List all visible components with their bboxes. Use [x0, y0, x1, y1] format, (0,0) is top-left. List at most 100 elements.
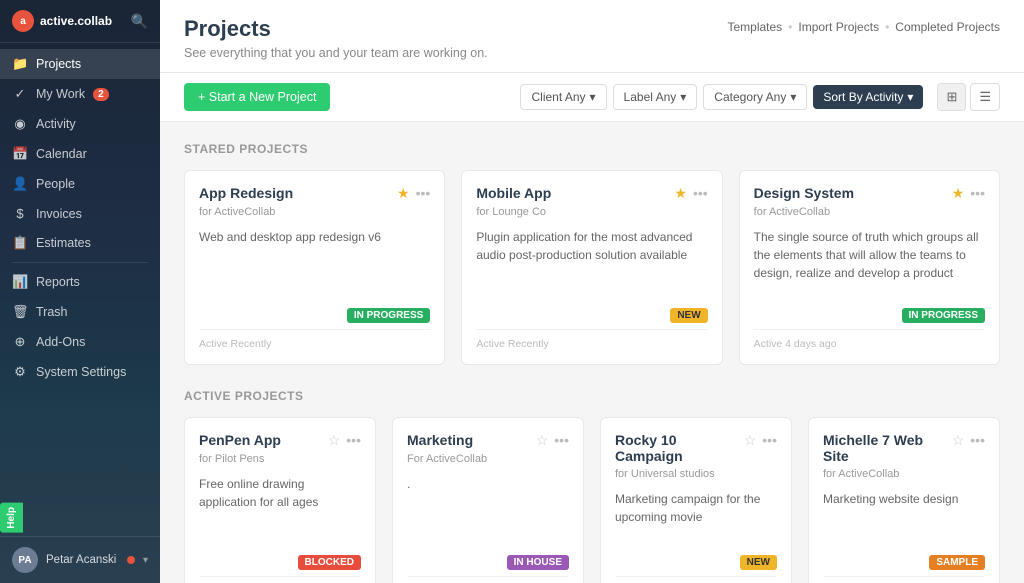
card-footer: IN PROGRESS Active Recently: [199, 298, 430, 350]
estimates-icon: 📋: [12, 235, 28, 251]
project-card[interactable]: App Redesign ★ ••• for ActiveCollab Web …: [184, 170, 445, 365]
label-filter[interactable]: Label Any ▾: [613, 84, 698, 110]
project-card[interactable]: Rocky 10 Campaign ☆ ••• for Universal st…: [600, 417, 792, 583]
star-icon[interactable]: ★: [674, 185, 687, 202]
sidebar-item-label: Trash: [36, 305, 68, 319]
sidebar-item-label: My Work: [36, 87, 85, 101]
user-name: Petar Acanski: [46, 554, 119, 566]
status-badge: IN PROGRESS: [347, 308, 430, 323]
projects-content: Stared Projects App Redesign ★ ••• for A…: [160, 122, 1024, 583]
project-client: for Universal studios: [615, 468, 777, 480]
star-icon[interactable]: ☆: [328, 432, 341, 449]
project-time: Active Recently: [823, 576, 985, 583]
project-title: PenPen App: [199, 432, 324, 448]
main-content: Projects See everything that you and you…: [160, 0, 1024, 583]
card-menu-icon[interactable]: •••: [346, 432, 361, 448]
card-menu-icon[interactable]: •••: [554, 432, 569, 448]
project-title: Michelle 7 Web Site: [823, 432, 948, 464]
settings-icon: ⚙: [12, 364, 28, 380]
project-client: for Lounge Co: [476, 206, 707, 218]
project-card[interactable]: PenPen App ☆ ••• for Pilot Pens Free onl…: [184, 417, 376, 583]
templates-link[interactable]: Templates: [727, 20, 782, 34]
import-projects-link[interactable]: Import Projects: [798, 20, 879, 34]
project-description: Marketing website design: [823, 490, 985, 545]
star-icon[interactable]: ★: [952, 185, 965, 202]
sidebar-item-add-ons[interactable]: ⊕ Add-Ons: [0, 327, 160, 357]
card-header: Michelle 7 Web Site ☆ •••: [823, 432, 985, 464]
sidebar-item-calendar[interactable]: 📅 Calendar: [0, 139, 160, 169]
project-card[interactable]: Marketing ☆ ••• For ActiveCollab . IN HO…: [392, 417, 584, 583]
star-icon[interactable]: ☆: [952, 432, 965, 449]
sidebar-item-my-work[interactable]: ✓ My Work 2: [0, 79, 160, 109]
app-logo[interactable]: a active.collab: [12, 10, 112, 32]
card-footer: NEW Active 15 days ago: [615, 545, 777, 583]
project-client: for ActiveCollab: [199, 206, 430, 218]
sidebar-item-trash[interactable]: 🗑 Trash: [0, 297, 160, 327]
card-menu-icon[interactable]: •••: [762, 432, 777, 448]
sidebar-item-people[interactable]: 👤 People: [0, 169, 160, 199]
calendar-icon: 📅: [12, 146, 28, 162]
project-time: Active 15 days ago: [615, 576, 777, 583]
card-menu-icon[interactable]: •••: [416, 185, 431, 201]
project-client: for ActiveCollab: [823, 468, 985, 480]
sidebar-item-invoices[interactable]: $ Invoices: [0, 199, 160, 228]
starred-projects-grid: App Redesign ★ ••• for ActiveCollab Web …: [184, 170, 1000, 365]
project-time: Active Recently: [476, 329, 707, 350]
sidebar-item-activity[interactable]: ◉ Activity: [0, 109, 160, 139]
sidebar-item-reports[interactable]: 📊 Reports: [0, 267, 160, 297]
star-icon[interactable]: ☆: [536, 432, 549, 449]
user-profile[interactable]: PA Petar Acanski ▾: [0, 536, 160, 583]
sidebar-item-estimates[interactable]: 📋 Estimates: [0, 228, 160, 258]
chevron-down-icon: ▾: [680, 90, 686, 104]
project-card[interactable]: Mobile App ★ ••• for Lounge Co Plugin ap…: [461, 170, 722, 365]
card-menu-icon[interactable]: •••: [970, 432, 985, 448]
star-icon[interactable]: ☆: [744, 432, 757, 449]
logo-icon: a: [12, 10, 34, 32]
projects-icon: 📁: [12, 56, 28, 72]
new-project-button[interactable]: + Start a New Project: [184, 83, 330, 111]
help-tab[interactable]: Help: [0, 503, 23, 533]
sidebar-item-label: Calendar: [36, 147, 87, 161]
add-ons-icon: ⊕: [12, 334, 28, 350]
sidebar-nav: 📁 Projects ✓ My Work 2 ◉ Activity 📅 Cale…: [0, 43, 160, 536]
sidebar-item-label: Reports: [36, 275, 80, 289]
card-menu-icon[interactable]: •••: [693, 185, 708, 201]
sidebar-item-projects[interactable]: 📁 Projects: [0, 49, 160, 79]
search-icon[interactable]: 🔍: [131, 13, 148, 30]
completed-projects-link[interactable]: Completed Projects: [895, 20, 1000, 34]
project-title: Rocky 10 Campaign: [615, 432, 740, 464]
project-title: App Redesign: [199, 185, 393, 201]
client-filter[interactable]: Client Any ▾: [520, 84, 606, 110]
project-description: Free online drawing application for all …: [199, 475, 361, 545]
project-client: For ActiveCollab: [407, 453, 569, 465]
user-status-dot: [127, 556, 135, 564]
sidebar-item-system-settings[interactable]: ⚙ System Settings: [0, 357, 160, 387]
page-header: Projects See everything that you and you…: [160, 0, 1024, 73]
status-badge: IN PROGRESS: [902, 308, 985, 323]
card-header: Mobile App ★ •••: [476, 185, 707, 202]
sidebar-header: a active.collab 🔍: [0, 0, 160, 43]
card-header: Design System ★ •••: [754, 185, 985, 202]
project-description: Web and desktop app redesign v6: [199, 228, 430, 298]
toolbar: + Start a New Project Client Any ▾ Label…: [160, 73, 1024, 122]
sort-button[interactable]: Sort By Activity ▾: [813, 85, 923, 109]
project-title: Mobile App: [476, 185, 670, 201]
project-time: Active 15 days ago: [199, 576, 361, 583]
sidebar: a active.collab 🔍 📁 Projects ✓ My Work 2…: [0, 0, 160, 583]
project-time: Active 10 days ago: [407, 576, 569, 583]
activity-icon: ◉: [12, 116, 28, 132]
project-card[interactable]: Michelle 7 Web Site ☆ ••• for ActiveColl…: [808, 417, 1000, 583]
invoices-icon: $: [12, 206, 28, 221]
starred-section-title: Stared Projects: [184, 142, 1000, 156]
card-menu-icon[interactable]: •••: [970, 185, 985, 201]
page-subtitle: See everything that you and your team ar…: [184, 46, 1000, 60]
grid-view-button[interactable]: ⊞: [937, 83, 966, 111]
category-filter[interactable]: Category Any ▾: [703, 84, 807, 110]
project-card[interactable]: Design System ★ ••• for ActiveCollab The…: [739, 170, 1000, 365]
project-title: Marketing: [407, 432, 532, 448]
card-footer: NEW Active Recently: [476, 298, 707, 350]
avatar: PA: [12, 547, 38, 573]
star-icon[interactable]: ★: [397, 185, 410, 202]
status-badge: NEW: [670, 308, 707, 323]
list-view-button[interactable]: ☰: [970, 83, 1000, 111]
